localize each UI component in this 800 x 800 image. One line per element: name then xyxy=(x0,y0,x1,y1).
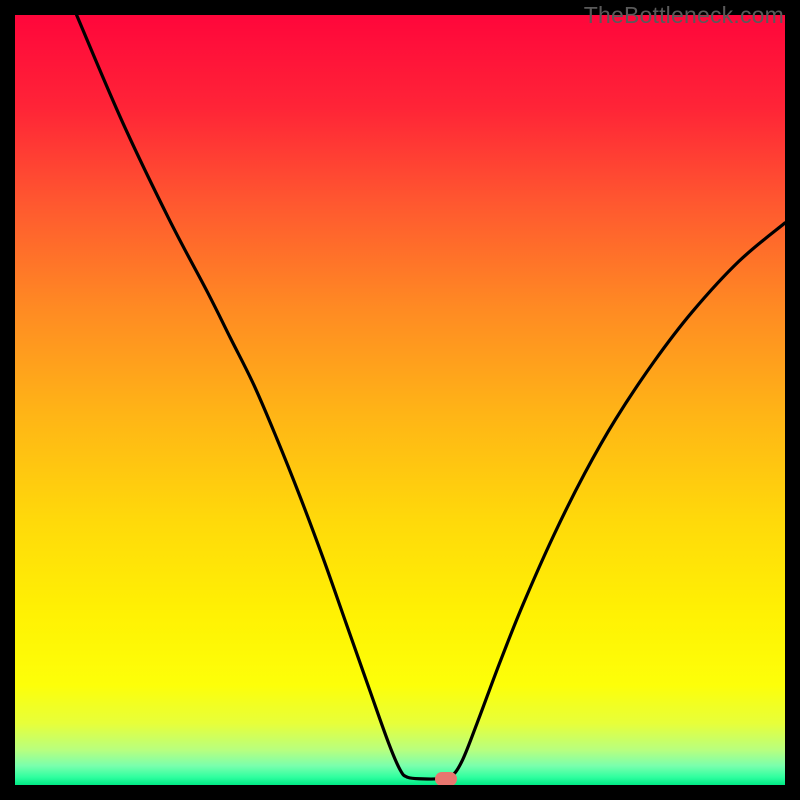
bottleneck-curve xyxy=(15,15,785,785)
bottleneck-chart: TheBottleneck.com xyxy=(0,0,800,800)
watermark: TheBottleneck.com xyxy=(584,2,784,29)
optimal-marker xyxy=(435,772,457,785)
plot-area xyxy=(15,15,785,785)
